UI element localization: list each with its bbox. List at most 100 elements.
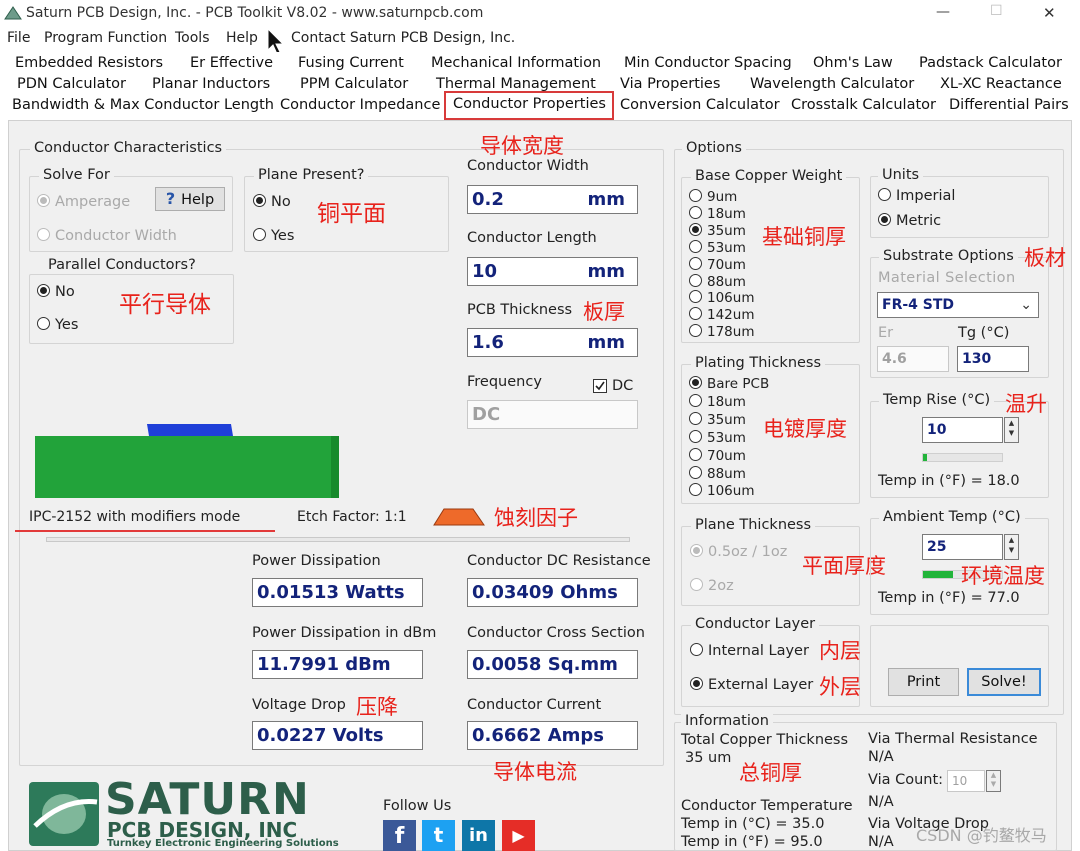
copper-weight-option[interactable]: 70um (689, 256, 746, 273)
units-metric[interactable]: Metric (878, 213, 941, 229)
plating-thickness-option[interactable]: 53um (689, 429, 746, 446)
copper-weight-option[interactable]: 35um (689, 222, 746, 239)
width-input[interactable]: 0.2 mm (467, 185, 638, 214)
tab-embedded-resistors[interactable]: Embedded Resistors (15, 53, 163, 74)
minimize-button[interactable]: — (936, 4, 950, 20)
dc-checkbox[interactable] (593, 379, 607, 393)
tab-mechanical-information[interactable]: Mechanical Information (431, 53, 601, 74)
units-imperial[interactable]: Imperial (878, 188, 955, 204)
close-button[interactable]: ✕ (1043, 4, 1056, 22)
menu-contact[interactable]: Contact Saturn PCB Design, Inc. (291, 30, 515, 46)
copper-weight-radio[interactable] (689, 189, 702, 202)
copper-weight-radio[interactable] (689, 256, 702, 270)
copper-weight-option[interactable]: 53um (689, 239, 746, 256)
plane-thickness-b-radio[interactable] (690, 578, 703, 591)
facebook-icon[interactable]: f (383, 820, 416, 851)
copper-weight-radio[interactable] (689, 222, 702, 236)
plating-thickness-option[interactable]: 70um (689, 447, 746, 464)
copper-weight-option[interactable]: 142um (689, 307, 754, 323)
tab-xl-xc-reactance[interactable]: XL-XC Reactance (940, 74, 1062, 95)
er-input[interactable]: 4.6 (877, 346, 949, 372)
solve-for-width[interactable]: Conductor Width (37, 228, 177, 244)
tab-ohms-law[interactable]: Ohm's Law (813, 53, 893, 74)
maximize-button[interactable]: ☐ (990, 3, 1003, 19)
copper-weight-radio[interactable] (689, 239, 702, 253)
thickness-input[interactable]: 1.6 mm (467, 328, 638, 357)
menu-tools[interactable]: Tools (175, 30, 210, 46)
tg-input[interactable]: 130 (957, 346, 1029, 372)
copper-weight-radio[interactable] (689, 324, 702, 338)
material-select[interactable]: FR-4 STD ⌄ (877, 292, 1039, 318)
width-radio[interactable] (37, 228, 50, 241)
youtube-icon[interactable]: ▶ (502, 820, 535, 851)
ambient-input[interactable]: 25 (922, 534, 1003, 560)
plating-thickness-option[interactable]: 88um (689, 465, 746, 482)
parallel-yes-radio[interactable] (37, 317, 50, 330)
menu-program-function[interactable]: Program Function (44, 30, 167, 46)
copper-weight-radio[interactable] (689, 307, 702, 321)
layer-internal-radio[interactable] (690, 643, 703, 656)
tab-ppm-calculator[interactable]: PPM Calculator (300, 74, 408, 95)
plane-no[interactable]: No (253, 194, 291, 210)
tab-bandwidth-max-length[interactable]: Bandwidth & Max Conductor Length (12, 95, 274, 116)
units-imperial-radio[interactable] (878, 188, 891, 201)
units-metric-radio[interactable] (878, 213, 891, 226)
temp-rise-spinner[interactable]: ▲ ▼ (1004, 417, 1019, 443)
tab-fusing-current[interactable]: Fusing Current (298, 53, 404, 74)
plane-thickness-a-radio[interactable] (690, 544, 703, 557)
copper-weight-option[interactable]: 9um (689, 189, 737, 205)
help-button[interactable]: ? Help (155, 187, 225, 211)
linkedin-icon[interactable]: in (462, 820, 495, 851)
plating-thickness-radio[interactable] (689, 447, 702, 461)
parallel-no[interactable]: No (37, 284, 75, 300)
copper-weight-option[interactable]: 106um (689, 290, 754, 306)
menu-help[interactable]: Help (226, 30, 258, 46)
print-button[interactable]: Print (888, 668, 959, 696)
plane-thickness-a[interactable]: 0.5oz / 1oz (690, 544, 787, 560)
tab-conversion-calculator[interactable]: Conversion Calculator (620, 95, 780, 116)
solve-for-amperage[interactable]: Amperage (37, 194, 130, 210)
copper-weight-radio[interactable] (689, 205, 702, 219)
plane-yes[interactable]: Yes (253, 228, 294, 244)
plating-thickness-radio[interactable] (689, 411, 702, 425)
ambient-spinner[interactable]: ▲ ▼ (1004, 534, 1019, 560)
plating-thickness-option[interactable]: 106um (689, 483, 754, 499)
layer-external-radio[interactable] (690, 677, 703, 690)
plating-thickness-radio[interactable] (689, 429, 702, 443)
plane-no-radio[interactable] (253, 194, 266, 207)
menu-file[interactable]: File (7, 30, 30, 46)
copper-weight-option[interactable]: 178um (689, 324, 754, 340)
parallel-yes[interactable]: Yes (37, 317, 78, 333)
plane-thickness-b[interactable]: 2oz (690, 578, 734, 594)
tab-conductor-properties[interactable]: Conductor Properties (453, 94, 606, 115)
plating-thickness-radio[interactable] (689, 376, 702, 389)
plating-thickness-radio[interactable] (689, 393, 702, 407)
plating-thickness-option[interactable]: Bare PCB (689, 376, 769, 392)
amperage-radio[interactable] (37, 194, 50, 207)
length-input[interactable]: 10 mm (467, 257, 638, 286)
plating-thickness-option[interactable]: 35um (689, 411, 746, 428)
parallel-no-radio[interactable] (37, 284, 50, 297)
tab-differential-pairs[interactable]: Differential Pairs (949, 95, 1069, 116)
via-count-spinner[interactable]: ▲ ▼ (986, 770, 1001, 792)
twitter-icon[interactable]: t (422, 820, 455, 851)
temp-rise-input[interactable]: 10 (922, 417, 1003, 443)
copper-weight-option[interactable]: 18um (689, 205, 746, 222)
frequency-input[interactable]: DC (467, 400, 638, 429)
tab-wavelength-calculator[interactable]: Wavelength Calculator (750, 74, 914, 95)
tab-planar-inductors[interactable]: Planar Inductors (152, 74, 270, 95)
tab-conductor-impedance[interactable]: Conductor Impedance (280, 95, 440, 116)
tab-padstack-calculator[interactable]: Padstack Calculator (919, 53, 1062, 74)
copper-weight-radio[interactable] (689, 290, 702, 304)
tab-crosstalk-calculator[interactable]: Crosstalk Calculator (791, 95, 936, 116)
copper-weight-radio[interactable] (689, 273, 702, 287)
tab-min-conductor-spacing[interactable]: Min Conductor Spacing (624, 53, 792, 74)
tab-pdn-calculator[interactable]: PDN Calculator (17, 74, 126, 95)
layer-internal[interactable]: Internal Layer (690, 643, 809, 659)
layer-external[interactable]: External Layer (690, 677, 813, 693)
solve-button[interactable]: Solve! (967, 668, 1041, 696)
plane-yes-radio[interactable] (253, 228, 266, 241)
plating-thickness-radio[interactable] (689, 465, 702, 479)
copper-weight-option[interactable]: 88um (689, 273, 746, 290)
tab-via-properties[interactable]: Via Properties (620, 74, 720, 95)
